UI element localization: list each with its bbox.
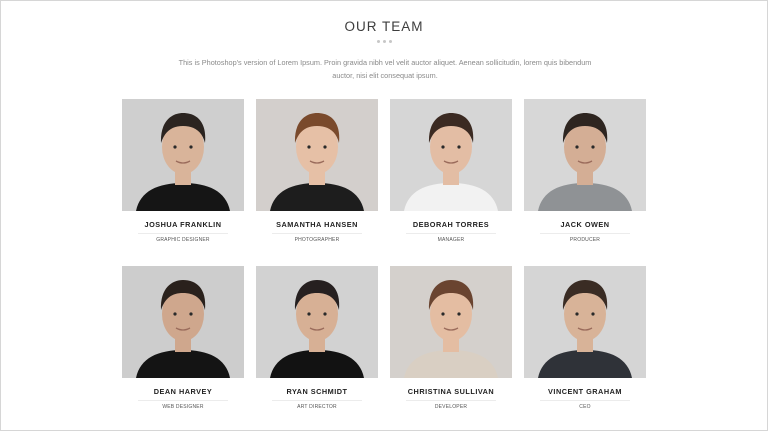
portrait-illustration bbox=[524, 266, 646, 378]
portrait-illustration bbox=[524, 99, 646, 211]
team-member-photo bbox=[390, 266, 512, 378]
team-member-name: JACK OWEN bbox=[560, 220, 610, 229]
card-divider bbox=[138, 400, 228, 401]
team-member-name: CHRISTINA SULLIVAN bbox=[407, 387, 495, 396]
portrait-illustration bbox=[256, 99, 378, 211]
team-member-role: PRODUCER bbox=[569, 237, 601, 243]
team-member-role: MANAGER bbox=[437, 237, 465, 243]
intro-line-2: auctor, nisi elit consequat ipsum. bbox=[332, 70, 438, 80]
team-member-role: ART DIRECTOR bbox=[297, 404, 337, 410]
section-title: OUR TEAM bbox=[344, 19, 424, 34]
team-member-role: GRAPHIC DESIGNER bbox=[156, 237, 210, 243]
card-divider bbox=[272, 233, 362, 234]
team-member-name: DEBORAH TORRES bbox=[412, 220, 490, 229]
team-member-photo bbox=[122, 266, 244, 378]
team-member-role: CEO bbox=[579, 404, 591, 410]
portrait-illustration bbox=[256, 266, 378, 378]
portrait-illustration bbox=[390, 99, 512, 211]
portrait-illustration bbox=[390, 266, 512, 378]
title-divider-dots bbox=[1, 40, 767, 43]
card-divider bbox=[138, 233, 228, 234]
team-member-name: RYAN SCHMIDT bbox=[286, 387, 348, 396]
team-member-name: VINCENT GRAHAM bbox=[548, 387, 622, 396]
divider-dot bbox=[382, 40, 386, 43]
team-member-name: DEAN HARVEY bbox=[153, 387, 213, 396]
card-divider bbox=[540, 400, 630, 401]
team-member-role: DEVELOPER bbox=[434, 404, 468, 410]
team-member-name: JOSHUA FRANKLIN bbox=[144, 220, 222, 229]
divider-dot bbox=[388, 40, 392, 43]
team-member-role: WEB DESIGNER bbox=[162, 404, 204, 410]
team-member-photo bbox=[524, 266, 646, 378]
team-member-name: SAMANTHA HANSEN bbox=[276, 220, 358, 229]
divider-dot bbox=[376, 40, 380, 43]
card-divider bbox=[406, 233, 496, 234]
portrait-illustration bbox=[122, 99, 244, 211]
team-member-role: PHOTOGRAPHER bbox=[294, 237, 340, 243]
team-section: OUR TEAM This is Photoshop's version of … bbox=[0, 0, 768, 431]
team-member-photo bbox=[256, 266, 378, 378]
team-member-photo bbox=[122, 99, 244, 211]
card-divider bbox=[540, 233, 630, 234]
portrait-illustration bbox=[122, 266, 244, 378]
team-member-photo bbox=[390, 99, 512, 211]
team-member-photo bbox=[524, 99, 646, 211]
intro-line-1: This is Photoshop's version of Lorem Ips… bbox=[178, 58, 592, 67]
card-divider bbox=[406, 400, 496, 401]
team-member-photo bbox=[256, 99, 378, 211]
section-intro: This is Photoshop's version of Lorem Ips… bbox=[171, 57, 599, 82]
card-divider bbox=[272, 400, 362, 401]
